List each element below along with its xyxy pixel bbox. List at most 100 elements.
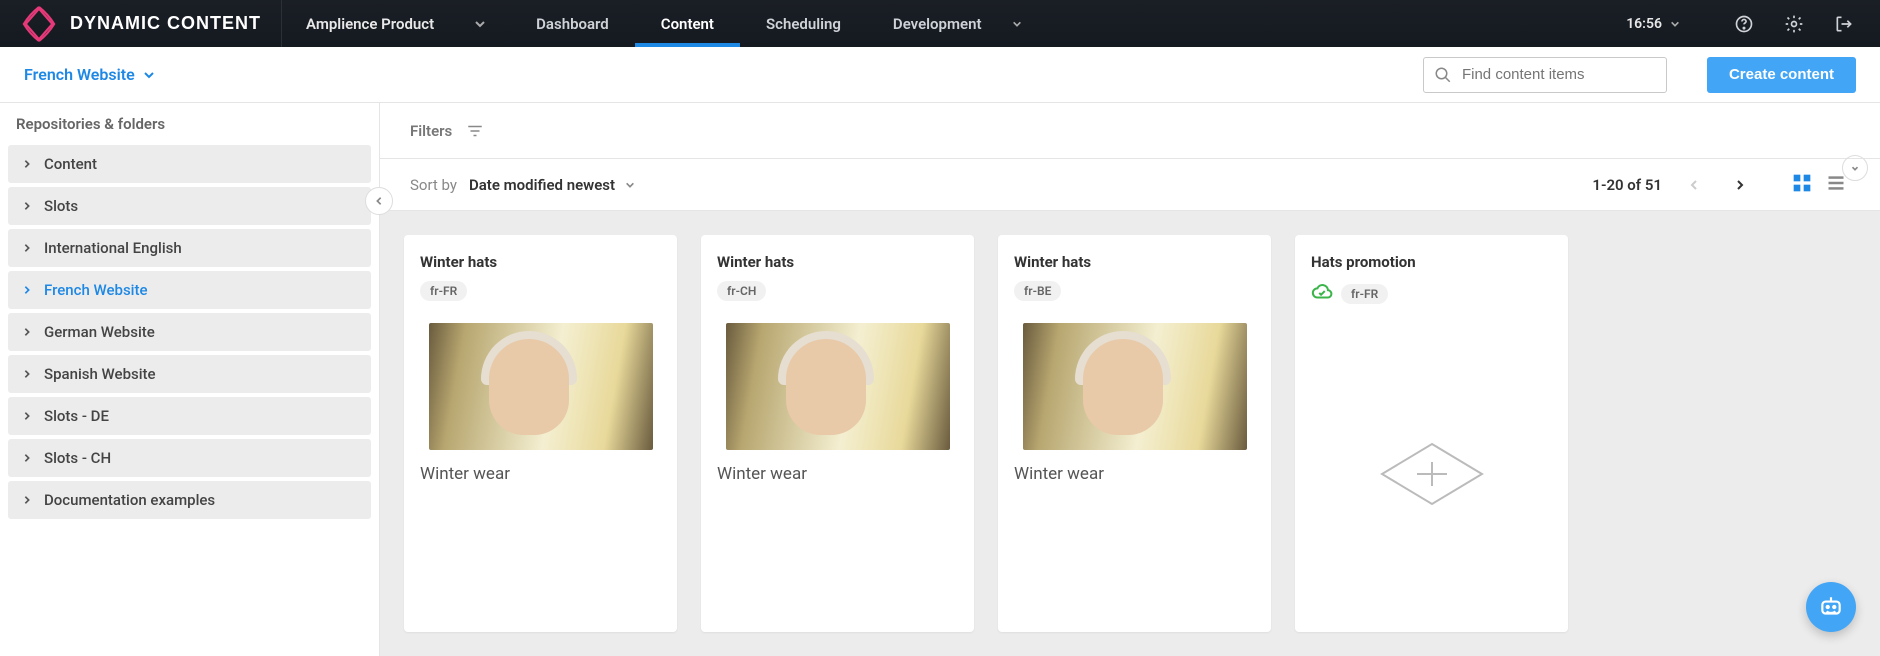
- content-card[interactable]: Winter hats fr-FR Winter wear: [404, 235, 677, 632]
- view-toggle: [1792, 173, 1850, 197]
- brand-text: DYNAMIC CONTENT: [70, 13, 261, 34]
- placeholder-icon: [1372, 434, 1492, 514]
- sidebar-item-german-website[interactable]: German Website: [8, 313, 371, 351]
- card-locale-row: fr-FR: [420, 281, 661, 301]
- repo-selector-label: French Website: [24, 65, 135, 84]
- filter-icon: [466, 122, 484, 140]
- card-grid: Winter hats fr-FR Winter wear Winter hats fr…: [380, 211, 1880, 656]
- filters-button[interactable]: Filters: [410, 122, 484, 140]
- clock[interactable]: 16:56: [1626, 16, 1680, 32]
- sidebar-item-label: French Website: [44, 281, 148, 299]
- sidebar-item-french-website[interactable]: French Website: [8, 271, 371, 309]
- locale-badge: fr-FR: [420, 281, 467, 301]
- card-locale-row: fr-BE: [1014, 281, 1255, 301]
- content-area: Filters Sort by Date modified newest 1-2…: [380, 103, 1880, 656]
- chevron-right-icon: [22, 369, 32, 379]
- topbar-right: 16:56: [1626, 8, 1880, 40]
- card-thumbnail: [429, 323, 653, 450]
- sort-bar: Sort by Date modified newest 1-20 of 51: [380, 159, 1880, 211]
- sort-selector[interactable]: Date modified newest: [469, 176, 635, 194]
- sort-value: Date modified newest: [469, 176, 615, 194]
- sidebar-item-content[interactable]: Content: [8, 145, 371, 183]
- chevron-right-icon: [22, 243, 32, 253]
- sidebar-item-label: Spanish Website: [44, 365, 156, 383]
- search-icon: [1434, 66, 1452, 84]
- filters-label: Filters: [410, 122, 452, 140]
- sidebar-item-label: Slots - DE: [44, 407, 109, 425]
- cloud-check-icon: [1311, 281, 1333, 307]
- card-description: Winter wear: [420, 464, 661, 484]
- nav-item-scheduling[interactable]: Scheduling: [740, 0, 867, 47]
- sidebar-list: Content Slots International English French …: [0, 145, 379, 519]
- chevron-right-icon: [22, 411, 32, 421]
- topbar: DYNAMIC CONTENT Amplience Product Dashbo…: [0, 0, 1880, 47]
- pager: 1-20 of 51: [1592, 171, 1850, 199]
- chevron-right-icon: [22, 495, 32, 505]
- sidebar-item-slots-ch[interactable]: Slots - CH: [8, 439, 371, 477]
- nav-item-development[interactable]: Development: [867, 0, 1072, 47]
- exit-icon[interactable]: [1828, 8, 1860, 40]
- nav-item-label: Development: [893, 15, 982, 33]
- main-nav: Dashboard Content Scheduling Development: [510, 0, 1071, 47]
- chevron-down-icon: [625, 180, 635, 190]
- chevron-right-icon: [22, 285, 32, 295]
- card-title: Winter hats: [717, 253, 958, 271]
- gear-icon[interactable]: [1778, 8, 1810, 40]
- chevron-right-icon: [22, 327, 32, 337]
- nav-item-label: Dashboard: [536, 15, 609, 33]
- card-description: Winter wear: [1014, 464, 1255, 484]
- nav-item-content[interactable]: Content: [635, 0, 740, 47]
- content-card[interactable]: Winter hats fr-CH Winter wear: [701, 235, 974, 632]
- main: Repositories & folders Content Slots Inter…: [0, 103, 1880, 656]
- locale-badge: fr-FR: [1341, 284, 1388, 304]
- card-locale-row: fr-CH: [717, 281, 958, 301]
- chevron-right-icon: [22, 453, 32, 463]
- locale-badge: fr-BE: [1014, 281, 1061, 301]
- sidebar-item-label: Documentation examples: [44, 491, 215, 509]
- help-icon[interactable]: [1728, 8, 1760, 40]
- repo-selector[interactable]: French Website: [24, 65, 155, 84]
- chevron-down-icon: [474, 18, 486, 30]
- search-input[interactable]: [1460, 65, 1640, 84]
- pager-next-button[interactable]: [1726, 171, 1754, 199]
- card-title: Winter hats: [420, 253, 661, 271]
- collapse-sidebar-button[interactable]: [365, 187, 393, 215]
- sidebar-item-slots[interactable]: Slots: [8, 187, 371, 225]
- pager-prev-button[interactable]: [1680, 171, 1708, 199]
- search-input-wrap[interactable]: [1423, 57, 1667, 93]
- chevron-down-icon: [143, 69, 155, 81]
- hub-selector[interactable]: Amplience Product: [282, 15, 510, 33]
- sidebar-item-documentation-examples[interactable]: Documentation examples: [8, 481, 371, 519]
- sidebar-item-spanish-website[interactable]: Spanish Website: [8, 355, 371, 393]
- pager-text: 1-20 of 51: [1592, 176, 1662, 194]
- clock-time: 16:56: [1626, 16, 1662, 32]
- chevron-down-icon: [1012, 19, 1022, 29]
- card-description: Winter wear: [717, 464, 958, 484]
- filters-bar: Filters: [380, 103, 1880, 159]
- sidebar-item-label: Slots: [44, 197, 78, 215]
- create-content-button[interactable]: Create content: [1707, 57, 1856, 93]
- hub-label: Amplience Product: [306, 15, 434, 33]
- chevron-right-icon: [22, 201, 32, 211]
- content-card[interactable]: Winter hatsfr-BEWinter wear: [998, 235, 1271, 632]
- chevron-down-icon: [1670, 19, 1680, 29]
- sort-by-label: Sort by: [410, 176, 457, 194]
- sidebar-item-slots-de[interactable]: Slots - DE: [8, 397, 371, 435]
- sidebar-item-international-english[interactable]: International English: [8, 229, 371, 267]
- nav-item-dashboard[interactable]: Dashboard: [510, 0, 635, 47]
- card-thumbnail: [1023, 323, 1247, 450]
- sidebar: Repositories & folders Content Slots Inter…: [0, 103, 380, 656]
- card-thumbnail: [726, 323, 950, 450]
- nav-item-label: Content: [661, 15, 714, 33]
- chatbot-button[interactable]: [1806, 582, 1856, 632]
- sidebar-item-label: International English: [44, 239, 182, 257]
- chevron-right-icon: [22, 159, 32, 169]
- sidebar-heading: Repositories & folders: [0, 103, 379, 145]
- content-card[interactable]: Hats promotion fr-FR: [1295, 235, 1568, 632]
- brand-logo-icon: [20, 5, 58, 43]
- grid-view-button[interactable]: [1792, 173, 1816, 197]
- sidebar-item-label: Content: [44, 155, 97, 173]
- expand-panel-button[interactable]: [1842, 155, 1868, 181]
- brand: DYNAMIC CONTENT: [0, 0, 282, 47]
- card-title: Hats promotion: [1311, 253, 1552, 271]
